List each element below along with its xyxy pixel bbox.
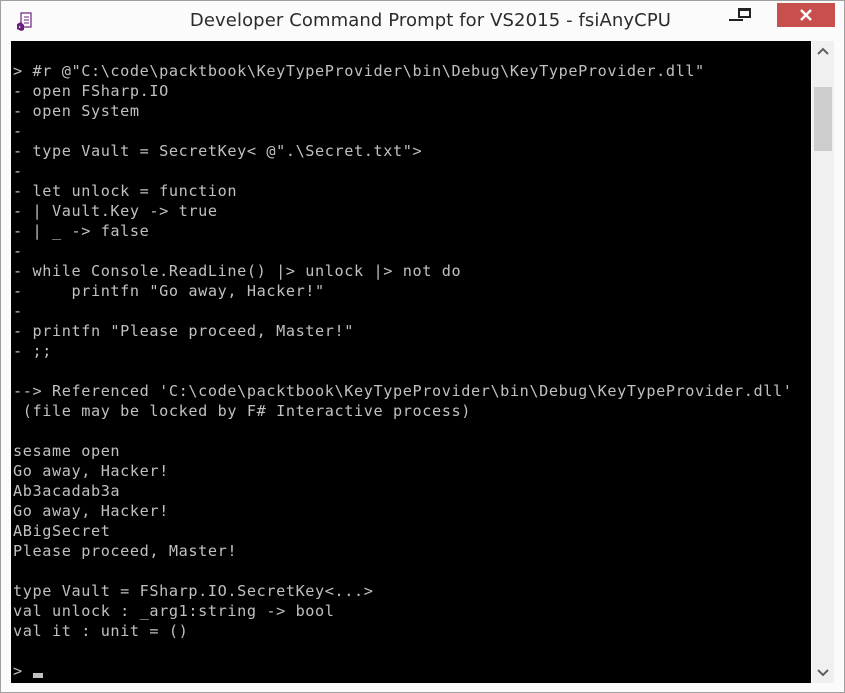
close-button[interactable]	[777, 3, 835, 27]
chevron-down-icon	[817, 669, 829, 677]
console-line: (file may be locked by F# Interactive pr…	[13, 402, 471, 420]
close-icon	[800, 9, 812, 21]
console-line: - | _ -> false	[13, 222, 150, 240]
window-bottom-border	[1, 683, 844, 692]
console-line: val it : unit = ()	[13, 622, 189, 640]
maximize-button[interactable]	[721, 1, 767, 29]
console-line: - ;;	[13, 342, 52, 360]
scroll-down-button[interactable]	[812, 663, 834, 683]
console-line: - while Console.ReadLine() |> unlock |> …	[13, 262, 462, 280]
console-line: --> Referenced 'C:\code\packtbook\KeyTyp…	[13, 382, 793, 400]
prompt-symbol: >	[13, 662, 23, 680]
text-cursor	[32, 673, 43, 678]
console-line: Go away, Hacker!	[13, 502, 169, 520]
console-line: ABigSecret	[13, 522, 111, 540]
console-line: Please proceed, Master!	[13, 542, 238, 560]
chevron-up-icon	[817, 47, 829, 55]
console-line: -	[13, 242, 23, 260]
console-line: -	[13, 162, 23, 180]
console-window: Developer Command Prompt for VS2015 - fs…	[0, 0, 845, 693]
console-text: > #r @"C:\code\packtbook\KeyTypeProvider…	[13, 61, 793, 681]
console-line: - open System	[13, 102, 140, 120]
window-title-text: Developer Command Prompt for VS2015 - fs…	[189, 10, 672, 31]
maximize-icon	[737, 8, 751, 18]
console-line: - printfn "Go away, Hacker!"	[13, 282, 325, 300]
scrollbar-thumb[interactable]	[814, 87, 832, 151]
console-line: - | Vault.Key -> true	[13, 202, 218, 220]
scroll-up-button[interactable]	[812, 41, 834, 61]
console-line: - let unlock = function	[13, 182, 238, 200]
console-line: sesame open	[13, 442, 121, 460]
console-line: - printfn "Please proceed, Master!"	[13, 322, 355, 340]
console-output[interactable]: > #r @"C:\code\packtbook\KeyTypeProvider…	[11, 41, 811, 683]
console-line: > #r @"C:\code\packtbook\KeyTypeProvider…	[13, 62, 705, 80]
console-line: -	[13, 122, 23, 140]
console-line: val unlock : _arg1:string -> bool	[13, 602, 335, 620]
console-line: type Vault = FSharp.IO.SecretKey<...>	[13, 582, 374, 600]
console-prompt-line[interactable]: >	[13, 661, 793, 681]
console-line: - type Vault = SecretKey< @".\Secret.txt…	[13, 142, 423, 160]
console-line: - open FSharp.IO	[13, 82, 169, 100]
title-bar[interactable]: Developer Command Prompt for VS2015 - fs…	[1, 1, 844, 41]
console-line: Go away, Hacker!	[13, 462, 169, 480]
vertical-scrollbar[interactable]	[812, 41, 834, 683]
console-line: -	[13, 302, 23, 320]
console-line: Ab3acadab3a	[13, 482, 121, 500]
